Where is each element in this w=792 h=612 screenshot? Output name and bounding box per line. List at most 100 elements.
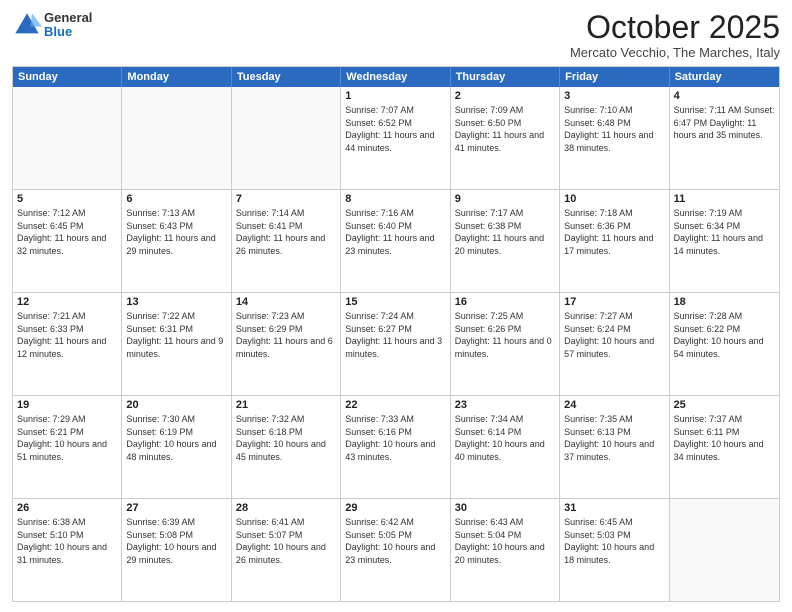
calendar-cell: 29 Sunrise: 6:42 AM Sunset: 5:05 PM Dayli…: [341, 499, 450, 601]
calendar-cell: 7 Sunrise: 7:14 AM Sunset: 6:41 PM Daylig…: [232, 190, 341, 292]
day-number: 11: [674, 193, 775, 205]
header: General Blue October 2025 Mercato Vecchi…: [12, 10, 780, 60]
cell-text: Sunrise: 6:41 AM Sunset: 5:07 PM Dayligh…: [236, 516, 336, 566]
cell-text: Sunrise: 7:18 AM Sunset: 6:36 PM Dayligh…: [564, 207, 664, 257]
cell-text: Sunrise: 6:39 AM Sunset: 5:08 PM Dayligh…: [126, 516, 226, 566]
cell-text: Sunrise: 7:14 AM Sunset: 6:41 PM Dayligh…: [236, 207, 336, 257]
calendar-cell: 14 Sunrise: 7:23 AM Sunset: 6:29 PM Dayli…: [232, 293, 341, 395]
cell-text: Sunrise: 7:17 AM Sunset: 6:38 PM Dayligh…: [455, 207, 555, 257]
calendar-cell: [13, 87, 122, 189]
day-number: 8: [345, 193, 445, 205]
cell-text: Sunrise: 7:27 AM Sunset: 6:24 PM Dayligh…: [564, 310, 664, 360]
logo-blue: Blue: [44, 25, 92, 39]
cell-text: Sunrise: 7:10 AM Sunset: 6:48 PM Dayligh…: [564, 104, 664, 154]
day-number: 5: [17, 193, 117, 205]
day-number: 2: [455, 90, 555, 102]
calendar-cell: 15 Sunrise: 7:24 AM Sunset: 6:27 PM Dayli…: [341, 293, 450, 395]
calendar-row: 1 Sunrise: 7:07 AM Sunset: 6:52 PM Daylig…: [13, 87, 779, 189]
calendar-cell: [122, 87, 231, 189]
calendar-cell: 16 Sunrise: 7:25 AM Sunset: 6:26 PM Dayli…: [451, 293, 560, 395]
cell-text: Sunrise: 7:24 AM Sunset: 6:27 PM Dayligh…: [345, 310, 445, 360]
cell-text: Sunrise: 7:21 AM Sunset: 6:33 PM Dayligh…: [17, 310, 117, 360]
location: Mercato Vecchio, The Marches, Italy: [570, 45, 780, 60]
day-number: 21: [236, 399, 336, 411]
day-number: 30: [455, 502, 555, 514]
calendar-row: 12 Sunrise: 7:21 AM Sunset: 6:33 PM Dayli…: [13, 292, 779, 395]
calendar-cell: 20Sunrise: 7:30 AM Sunset: 6:19 PM Dayli…: [122, 396, 231, 498]
day-number: 9: [455, 193, 555, 205]
day-number: 31: [564, 502, 664, 514]
day-number: 20: [126, 399, 226, 411]
cell-text: Sunrise: 7:37 AM Sunset: 6:11 PM Dayligh…: [674, 413, 775, 463]
cell-text: Sunrise: 7:11 AM Sunset: 6:47 PM Dayligh…: [674, 104, 775, 142]
cell-text: Sunrise: 7:32 AM Sunset: 6:18 PM Dayligh…: [236, 413, 336, 463]
calendar-cell: 24Sunrise: 7:35 AM Sunset: 6:13 PM Dayli…: [560, 396, 669, 498]
calendar-cell: 8Sunrise: 7:16 AM Sunset: 6:40 PM Daylig…: [341, 190, 450, 292]
weekday-header: Wednesday: [341, 67, 450, 87]
cell-text: Sunrise: 6:42 AM Sunset: 5:05 PM Dayligh…: [345, 516, 445, 566]
cell-text: Sunrise: 6:43 AM Sunset: 5:04 PM Dayligh…: [455, 516, 555, 566]
cell-text: Sunrise: 7:07 AM Sunset: 6:52 PM Dayligh…: [345, 104, 445, 154]
day-number: 10: [564, 193, 664, 205]
day-number: 13: [126, 296, 226, 308]
day-number: 19: [17, 399, 117, 411]
logo-general: General: [44, 11, 92, 25]
day-number: 7: [236, 193, 336, 205]
calendar-cell: 19Sunrise: 7:29 AM Sunset: 6:21 PM Dayli…: [13, 396, 122, 498]
day-number: 16: [455, 296, 555, 308]
cell-text: Sunrise: 7:23 AM Sunset: 6:29 PM Dayligh…: [236, 310, 336, 360]
weekday-header: Saturday: [670, 67, 779, 87]
calendar-body: 1 Sunrise: 7:07 AM Sunset: 6:52 PM Daylig…: [13, 87, 779, 601]
calendar-cell: 3 Sunrise: 7:10 AM Sunset: 6:48 PM Daylig…: [560, 87, 669, 189]
day-number: 26: [17, 502, 117, 514]
calendar-cell: 23 Sunrise: 7:34 AM Sunset: 6:14 PM Dayli…: [451, 396, 560, 498]
day-number: 23: [455, 399, 555, 411]
day-number: 15: [345, 296, 445, 308]
weekday-header: Tuesday: [232, 67, 341, 87]
calendar-cell: 27Sunrise: 6:39 AM Sunset: 5:08 PM Dayli…: [122, 499, 231, 601]
calendar-cell: 25 Sunrise: 7:37 AM Sunset: 6:11 PM Dayli…: [670, 396, 779, 498]
calendar-cell: 5Sunrise: 7:12 AM Sunset: 6:45 PM Daylig…: [13, 190, 122, 292]
calendar-row: 5Sunrise: 7:12 AM Sunset: 6:45 PM Daylig…: [13, 189, 779, 292]
weekday-header: Sunday: [13, 67, 122, 87]
calendar-cell: 4 Sunrise: 7:11 AM Sunset: 6:47 PM Daylig…: [670, 87, 779, 189]
calendar-cell: 1 Sunrise: 7:07 AM Sunset: 6:52 PM Daylig…: [341, 87, 450, 189]
title-block: October 2025 Mercato Vecchio, The Marche…: [570, 10, 780, 60]
logo-icon: [12, 10, 42, 40]
weekday-header: Thursday: [451, 67, 560, 87]
day-number: 1: [345, 90, 445, 102]
weekday-header: Monday: [122, 67, 231, 87]
calendar-cell: 31 Sunrise: 6:45 AM Sunset: 5:03 PM Dayli…: [560, 499, 669, 601]
cell-text: Sunrise: 7:33 AM Sunset: 6:16 PM Dayligh…: [345, 413, 445, 463]
calendar-cell: 9 Sunrise: 7:17 AM Sunset: 6:38 PM Daylig…: [451, 190, 560, 292]
cell-text: Sunrise: 7:25 AM Sunset: 6:26 PM Dayligh…: [455, 310, 555, 360]
logo-text: General Blue: [44, 11, 92, 40]
calendar-cell: [670, 499, 779, 601]
calendar-cell: 28 Sunrise: 6:41 AM Sunset: 5:07 PM Dayli…: [232, 499, 341, 601]
calendar-cell: 2Sunrise: 7:09 AM Sunset: 6:50 PM Daylig…: [451, 87, 560, 189]
day-number: 25: [674, 399, 775, 411]
day-number: 14: [236, 296, 336, 308]
calendar-cell: 12 Sunrise: 7:21 AM Sunset: 6:33 PM Dayli…: [13, 293, 122, 395]
calendar-row: 19Sunrise: 7:29 AM Sunset: 6:21 PM Dayli…: [13, 395, 779, 498]
day-number: 18: [674, 296, 775, 308]
cell-text: Sunrise: 6:38 AM Sunset: 5:10 PM Dayligh…: [17, 516, 117, 566]
weekday-header: Friday: [560, 67, 669, 87]
day-number: 4: [674, 90, 775, 102]
page: General Blue October 2025 Mercato Vecchi…: [0, 0, 792, 612]
day-number: 29: [345, 502, 445, 514]
day-number: 6: [126, 193, 226, 205]
cell-text: Sunrise: 6:45 AM Sunset: 5:03 PM Dayligh…: [564, 516, 664, 566]
logo: General Blue: [12, 10, 92, 40]
calendar-cell: 21 Sunrise: 7:32 AM Sunset: 6:18 PM Dayli…: [232, 396, 341, 498]
day-number: 3: [564, 90, 664, 102]
calendar-row: 26 Sunrise: 6:38 AM Sunset: 5:10 PM Dayli…: [13, 498, 779, 601]
calendar-cell: 22Sunrise: 7:33 AM Sunset: 6:16 PM Dayli…: [341, 396, 450, 498]
calendar-cell: 26 Sunrise: 6:38 AM Sunset: 5:10 PM Dayli…: [13, 499, 122, 601]
day-number: 12: [17, 296, 117, 308]
cell-text: Sunrise: 7:34 AM Sunset: 6:14 PM Dayligh…: [455, 413, 555, 463]
calendar-cell: 6Sunrise: 7:13 AM Sunset: 6:43 PM Daylig…: [122, 190, 231, 292]
cell-text: Sunrise: 7:28 AM Sunset: 6:22 PM Dayligh…: [674, 310, 775, 360]
day-number: 28: [236, 502, 336, 514]
calendar-cell: 11Sunrise: 7:19 AM Sunset: 6:34 PM Dayli…: [670, 190, 779, 292]
